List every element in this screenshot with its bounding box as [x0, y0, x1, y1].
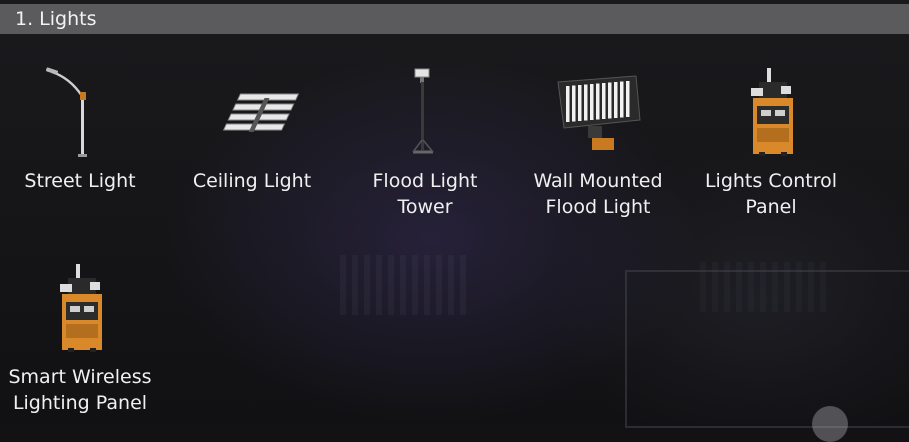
item-ceiling-light[interactable]: Ceiling Light [167, 62, 337, 194]
item-label: Street Light [0, 168, 165, 194]
lights-catalog: 1. Lights Street Light Ceiling Light [0, 0, 909, 424]
item-label: Ceiling Light [167, 168, 337, 194]
wall-mounted-flood-light-icon [548, 62, 648, 162]
item-smart-wireless-lighting-panel[interactable]: Smart Wireless Lighting Panel [0, 258, 165, 416]
item-street-light[interactable]: Street Light [0, 62, 165, 194]
item-label: Wall Mounted Flood Light [513, 168, 683, 220]
lights-control-panel-icon [721, 62, 821, 162]
item-label: Lights Control Panel [686, 168, 856, 220]
item-lights-control-panel[interactable]: Lights Control Panel [686, 62, 856, 220]
smart-wireless-lighting-panel-icon [30, 258, 130, 358]
section-title: 1. Lights [15, 8, 96, 30]
item-flood-light-tower[interactable]: Flood Light Tower [340, 62, 510, 220]
item-wall-mounted-flood-light[interactable]: Wall Mounted Flood Light [513, 62, 683, 220]
section-header: 1. Lights [0, 4, 909, 34]
item-label: Flood Light Tower [340, 168, 510, 220]
item-label: Smart Wireless Lighting Panel [0, 364, 165, 416]
ceiling-light-icon [202, 62, 302, 162]
street-light-icon [30, 62, 130, 162]
flood-light-tower-icon [375, 62, 475, 162]
